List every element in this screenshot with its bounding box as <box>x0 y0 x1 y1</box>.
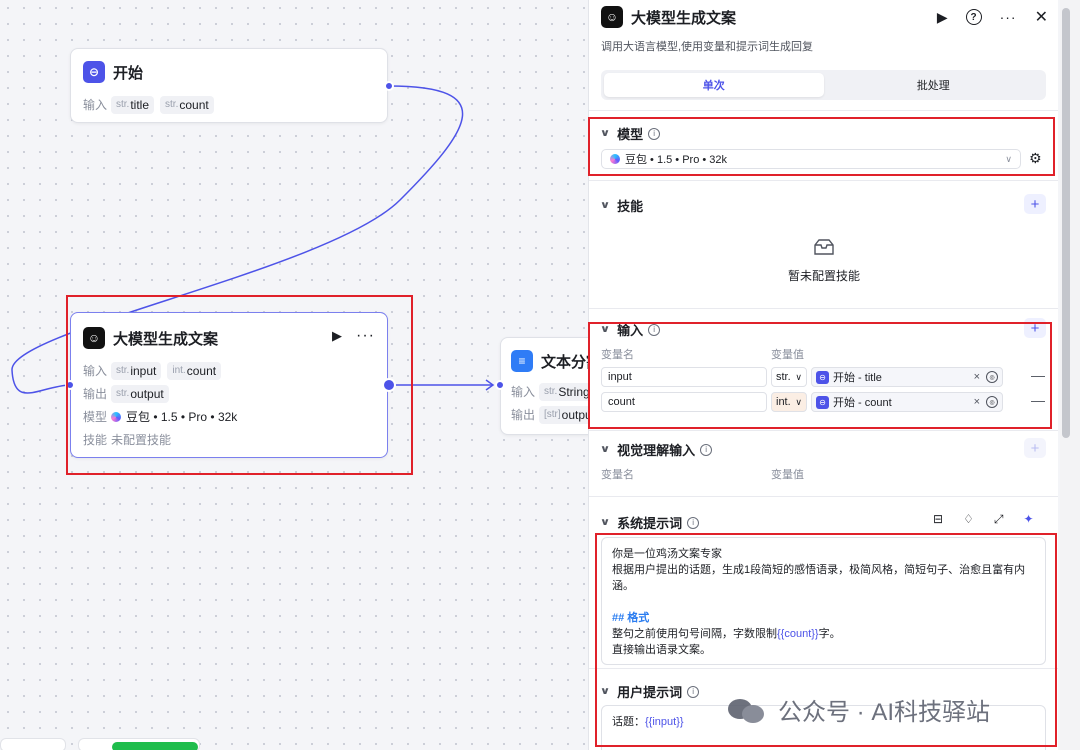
system-prompt-section-header[interactable]: ∨ 系统提示词 i <box>599 513 700 532</box>
more-icon[interactable]: ··· <box>356 327 375 345</box>
more-icon[interactable]: ··· <box>1000 9 1017 25</box>
tab-single[interactable]: 单次 <box>604 73 824 97</box>
vision-section-header[interactable]: ∨ 视觉理解输入 i <box>599 440 713 459</box>
chevron-down-icon: ∨ <box>599 517 611 528</box>
tab-batch[interactable]: 批处理 <box>824 73 1044 97</box>
llm-model-label: 模型 <box>83 410 108 424</box>
info-icon: i <box>687 516 700 529</box>
input-section-header[interactable]: ∨ 输入 i <box>599 320 661 339</box>
var-name-header: 变量名 <box>601 349 634 361</box>
user-prompt-section-header[interactable]: ∨ 用户提示词 i <box>599 682 700 701</box>
llm-input-label: 输入 <box>83 364 108 378</box>
prompt-library-icon[interactable]: ⊟ <box>933 512 943 527</box>
llm-icon: ☺ <box>83 327 105 349</box>
param-tag: str. count <box>160 95 214 114</box>
add-vision-input-button[interactable]: + <box>1024 438 1046 458</box>
var-value-header: 变量值 <box>771 349 804 361</box>
run-node-icon[interactable]: ▶ <box>332 328 342 344</box>
run-button-fragment[interactable] <box>112 742 198 750</box>
panel-description: 调用大语言模型,使用变量和提示词生成回复 <box>601 41 814 53</box>
info-icon: i <box>687 685 700 698</box>
llm-icon: ☺ <box>601 6 623 28</box>
chevron-down-icon: ∨ <box>795 396 802 407</box>
param-tag: int. count <box>167 361 222 380</box>
split-input-port[interactable] <box>495 380 505 390</box>
chevron-down-icon: ∨ <box>795 371 802 382</box>
input-name-field[interactable]: input <box>601 367 767 387</box>
model-section-header[interactable]: ∨ 模型 i <box>599 124 661 143</box>
add-input-button[interactable]: + <box>1024 318 1046 338</box>
llm-skill-value: 未配置技能 <box>111 433 172 447</box>
start-node-title: 开始 <box>113 64 144 82</box>
info-icon: i <box>648 323 661 336</box>
run-icon[interactable]: ▶ <box>937 9 948 26</box>
info-icon: i <box>648 127 661 140</box>
chevron-down-icon: ∨ <box>599 128 611 139</box>
llm-output-label: 输出 <box>83 387 108 401</box>
skills-empty-text: 暂未配置技能 <box>787 269 860 283</box>
input-type-select[interactable]: str. ∨ <box>771 367 807 387</box>
system-prompt-editor[interactable]: 你是一位鸡汤文案专家 根据用户提出的话题，生成1段简短的感悟语录，极简风格，简短… <box>601 537 1046 665</box>
close-icon[interactable]: ✕ <box>1035 7 1048 27</box>
chevron-down-icon: ∨ <box>599 444 611 455</box>
split-input-label: 输入 <box>511 385 536 399</box>
llm-output-port[interactable] <box>382 378 396 392</box>
remove-input-button[interactable]: — <box>1031 392 1045 408</box>
llm-input-port[interactable] <box>65 380 75 390</box>
clear-icon[interactable]: × <box>974 371 980 383</box>
ai-sparkle-icon[interactable]: ✦ <box>1023 512 1033 527</box>
start-icon: ⊖ <box>816 395 829 409</box>
clear-icon[interactable]: × <box>974 396 980 408</box>
chevron-down-icon: ∨ <box>599 324 611 335</box>
start-icon: ⊖ <box>83 61 105 83</box>
run-mode-tabs: 单次 批处理 <box>601 70 1046 100</box>
remove-input-button[interactable]: — <box>1031 367 1045 383</box>
param-tag: str. title <box>111 95 155 114</box>
llm-node[interactable]: ☺ 大模型生成文案 ▶ ··· 输入 str. input int. count 输… <box>70 312 388 458</box>
wechat-logo-icon <box>728 697 768 723</box>
lightbulb-icon[interactable]: ♢ <box>963 512 974 527</box>
split-output-label: 输出 <box>511 408 536 422</box>
doubao-logo-icon <box>610 154 620 164</box>
model-settings-icon[interactable]: ⚙ <box>1029 150 1042 167</box>
skills-section-header[interactable]: ∨ 技能 <box>599 196 643 215</box>
vision-var-value-header: 变量值 <box>771 469 804 481</box>
chevron-down-icon: ∨ <box>599 200 611 211</box>
param-tag: str. input <box>111 361 162 380</box>
model-select[interactable]: 豆包 • 1.5 • Pro • 32k ∨ <box>601 149 1021 169</box>
llm-node-title: 大模型生成文案 <box>113 330 219 348</box>
target-icon[interactable]: ◎ <box>986 371 998 383</box>
watermark: 公众号 · AI科技驿站 <box>728 692 990 727</box>
chevron-down-icon: ∨ <box>599 686 611 697</box>
start-node[interactable]: ⊖ 开始 输入 str. title str. count <box>70 48 388 123</box>
panel-scrollbar-thumb[interactable] <box>1062 8 1070 438</box>
input-type-select[interactable]: int. ∨ <box>771 392 807 412</box>
llm-skill-label: 技能 <box>83 433 108 447</box>
panel-title: 大模型生成文案 <box>631 9 737 27</box>
vision-var-name-header: 变量名 <box>601 469 634 481</box>
chevron-down-icon: ∨ <box>1005 153 1012 164</box>
help-icon[interactable]: ? <box>965 9 982 25</box>
start-icon: ⊖ <box>816 370 829 384</box>
target-icon[interactable]: ◎ <box>986 396 998 408</box>
expand-icon[interactable]: ⤢ <box>994 512 1004 527</box>
param-tag: str. output <box>111 384 169 403</box>
start-input-label: 输入 <box>83 98 108 112</box>
input-name-field[interactable]: count <box>601 392 767 412</box>
param-tag: str. String <box>539 382 595 401</box>
doubao-logo-icon <box>111 411 121 422</box>
input-ref-field[interactable]: ⊖ 开始 - count × ◎ <box>811 392 1003 412</box>
start-output-port[interactable] <box>384 81 394 91</box>
split-icon: ≡ <box>511 350 533 372</box>
empty-box-icon <box>812 237 836 257</box>
node-config-panel: ☺ 大模型生成文案 ▶ ? ··· ✕ 调用大语言模型,使用变量和提示词生成回复… <box>588 0 1058 750</box>
add-skill-button[interactable]: + <box>1024 194 1046 214</box>
llm-model-value: 豆包 • 1.5 • Pro • 32k <box>126 410 238 424</box>
info-icon: i <box>700 443 713 456</box>
bottom-toolbar-fragment <box>0 738 66 750</box>
input-ref-field[interactable]: ⊖ 开始 - title × ◎ <box>811 367 1003 387</box>
